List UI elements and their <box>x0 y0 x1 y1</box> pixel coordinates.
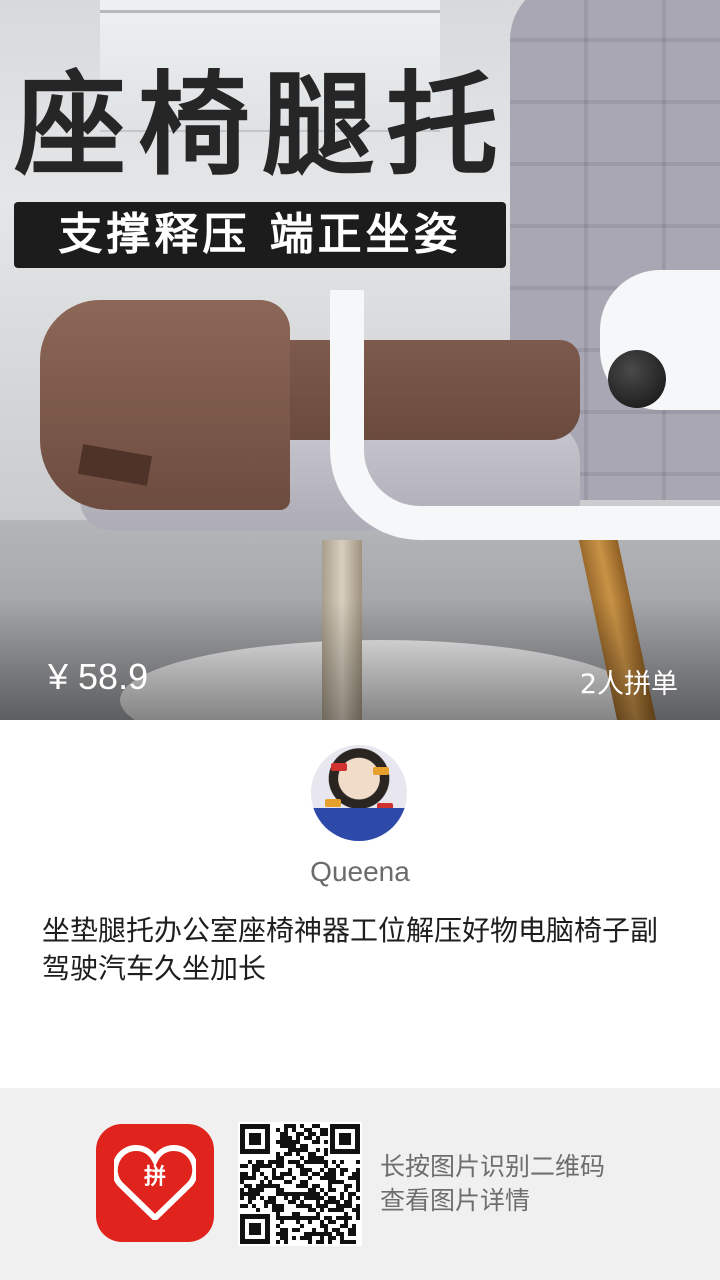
armrest-knob <box>608 350 666 408</box>
qr-hint: 长按图片识别二维码 查看图片详情 <box>380 1150 605 1218</box>
price-label: ¥ 58.9 <box>48 656 149 697</box>
username: Queena <box>310 856 410 887</box>
avatar[interactable] <box>311 745 407 841</box>
hero-banner: 支撑释压 端正坐姿 <box>14 202 506 268</box>
qr-hint-line2: 查看图片详情 <box>380 1186 531 1215</box>
pinduoduo-logo-icon: 拼 <box>96 1124 214 1242</box>
group-buy-label: 2人拼单 <box>579 669 678 700</box>
qr-code-icon[interactable] <box>238 1122 362 1246</box>
logo-char: 拼 <box>143 1165 166 1190</box>
product-title[interactable]: 坐垫腿托办公室座椅神器工位解压好物电脑椅子副驾驶汽车久坐加长 <box>42 912 682 988</box>
qr-hint-line1: 长按图片识别二维码 <box>380 1152 606 1181</box>
hero-title: 座椅腿托 <box>14 61 510 191</box>
product-image[interactable]: 座椅腿托 支撑释压 端正坐姿 ¥ 58.9 2人拼单 <box>0 0 720 720</box>
